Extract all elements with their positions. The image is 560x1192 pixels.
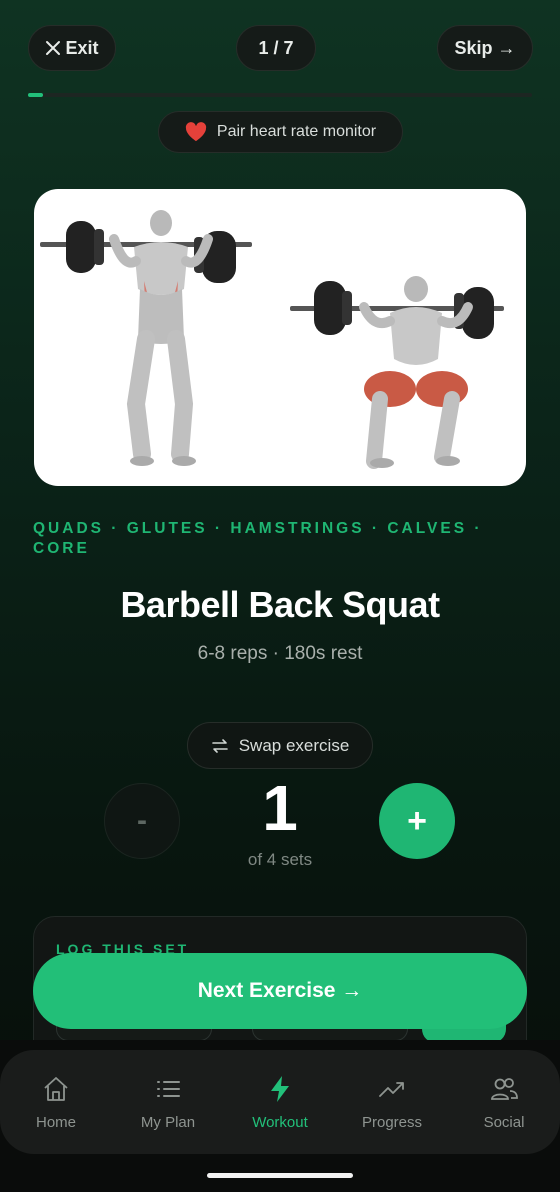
exit-button[interactable]: Exit [28,25,116,71]
exercise-title: Barbell Back Squat [120,584,440,625]
pair-heart-rate-label: Pair heart rate monitor [216,123,377,140]
tab-social-label: Social [483,1113,525,1131]
squatting-figure [290,276,504,469]
close-icon [46,41,61,55]
tab-my-plan-label: My Plan [140,1113,196,1131]
swap-exercise-label: Swap exercise [238,735,350,755]
skip-button[interactable]: Skip → [437,25,533,71]
tab-home[interactable]: Home [0,1050,112,1154]
target-muscles-line: CORE [33,540,90,557]
pair-heart-rate-button[interactable]: Pair heart rate monitor [158,111,403,153]
tab-progress-label: Progress [361,1113,423,1131]
trending-up-icon [379,1081,404,1097]
exercise-illustration [34,189,526,486]
tab-home-label: Home [35,1113,76,1131]
exercise-prescription: 6-8 reps · 180s rest [197,643,363,664]
target-muscles: QUADS · GLUTES · HAMSTRINGS · CALVES · C… [33,519,503,559]
increment-set-button[interactable]: + [379,783,455,859]
decrement-set-button[interactable]: - [104,783,180,859]
exercise-counter: 1 / 7 [236,25,316,71]
tab-my-plan[interactable]: My Plan [112,1050,224,1154]
users-icon [491,1077,518,1100]
home-icon [44,1076,68,1101]
bolt-icon [271,1075,289,1102]
exercise-counter-text: 1 / 7 [258,37,294,58]
home-indicator [207,1173,353,1178]
total-sets-label: of 4 sets [247,850,313,869]
list-icon [157,1080,180,1097]
next-exercise-button[interactable]: Next Exercise → [33,953,527,1029]
standing-figure [40,210,252,466]
tab-progress[interactable]: Progress [336,1050,448,1154]
swap-exercise-button[interactable]: Swap exercise [187,722,373,769]
workout-progress-bar [28,93,532,97]
bottom-tab-bar: Home My Plan Workout Progress Social [0,1050,560,1154]
current-set-number: 1 [262,772,298,844]
heart-icon [185,122,207,142]
tab-workout[interactable]: Workout [224,1050,336,1154]
exit-label: Exit [65,37,99,58]
tab-social[interactable]: Social [448,1050,560,1154]
swap-icon [211,738,228,753]
workout-progress-fill [28,93,44,97]
tab-workout-label: Workout [252,1113,308,1131]
next-exercise-label: Next Exercise → [197,979,363,1002]
target-muscles-line: QUADS · GLUTES · HAMSTRINGS · CALVES · [33,520,483,537]
skip-label: Skip → [454,37,516,58]
